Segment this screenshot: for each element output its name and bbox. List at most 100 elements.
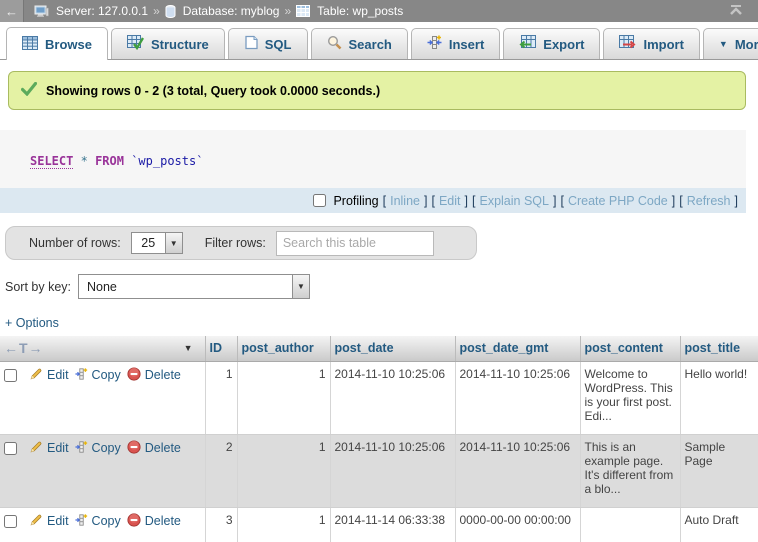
tab-bar: Browse Structure SQL Search Insert Expor…	[0, 22, 758, 60]
row-select-checkbox[interactable]	[4, 515, 17, 528]
sort-by-key-value: None	[79, 275, 292, 298]
copy-row-link[interactable]: Copy	[75, 367, 121, 384]
copy-row-link[interactable]: Copy	[75, 440, 121, 457]
sql-actions-bar: Profiling [ Inline ] [ Edit ] [ Explain …	[0, 188, 746, 213]
delete-icon	[127, 513, 141, 530]
delete-row-link[interactable]: Delete	[127, 367, 181, 384]
column-header-post-author[interactable]: post_author	[237, 336, 330, 361]
table-row: Edit Copy Delete 1 1 2014-11-10 10:25:06…	[0, 361, 758, 434]
row-navigation-icon[interactable]: ←T→	[4, 340, 44, 356]
breadcrumb-table-link[interactable]: Table: wp_posts	[317, 4, 403, 18]
sql-table-identifier: `wp_posts`	[131, 154, 203, 168]
cell-post-title: Hello world!	[680, 361, 758, 434]
tab-label: More	[735, 37, 758, 52]
edit-row-link[interactable]: Edit	[29, 367, 69, 384]
refresh-link[interactable]: Refresh	[687, 194, 731, 208]
explain-sql-link[interactable]: Explain SQL	[479, 194, 548, 208]
cell-post-date-gmt: 2014-11-10 10:25:06	[455, 361, 580, 434]
options-toggle-link[interactable]: + Options	[5, 316, 59, 330]
top-navigation-bar: ← Server: 127.0.0.1 » Database: myblog »…	[0, 0, 758, 22]
bracket: ]	[465, 194, 468, 208]
copy-row-link[interactable]: Copy	[75, 513, 121, 530]
tab-export[interactable]: Export	[503, 28, 600, 59]
scroll-to-top-icon[interactable]	[728, 4, 744, 19]
browse-icon	[22, 36, 38, 53]
cell-post-date: 2014-11-10 10:25:06	[330, 361, 455, 434]
success-check-icon	[21, 82, 37, 99]
cell-post-date: 2014-11-10 10:25:06	[330, 434, 455, 507]
cell-post-author: 1	[237, 507, 330, 542]
edit-row-link[interactable]: Edit	[29, 513, 69, 530]
rows-per-page-value: 25	[132, 233, 165, 253]
tab-more[interactable]: ▼ More	[703, 28, 758, 59]
tab-browse[interactable]: Browse	[6, 27, 108, 60]
column-header-post-date[interactable]: post_date	[330, 336, 455, 361]
results-table: ←T→ ▼ ID post_author post_date post_date…	[0, 336, 758, 542]
bracket: [	[431, 194, 434, 208]
cell-id: 2	[205, 434, 237, 507]
breadcrumb-database-link[interactable]: Database: myblog	[183, 4, 280, 18]
bracket: ]	[424, 194, 427, 208]
sql-star: *	[81, 154, 88, 168]
filter-rows-input[interactable]	[276, 231, 434, 256]
sort-by-key-select[interactable]: None ▼	[78, 274, 310, 299]
row-select-checkbox[interactable]	[4, 442, 17, 455]
bracket: ]	[735, 194, 738, 208]
sql-icon	[244, 35, 258, 53]
back-arrow-icon: ←	[5, 4, 18, 19]
server-icon	[34, 5, 49, 18]
tab-insert[interactable]: Insert	[411, 28, 500, 59]
column-header-id[interactable]: ID	[205, 336, 237, 361]
column-header-post-title[interactable]: post_title	[680, 336, 758, 361]
pencil-icon	[29, 440, 43, 457]
cell-post-date: 2014-11-14 06:33:38	[330, 507, 455, 542]
export-icon	[519, 35, 536, 53]
table-icon	[296, 5, 310, 17]
sort-all-caret-icon[interactable]: ▼	[184, 343, 201, 353]
pencil-icon	[29, 367, 43, 384]
back-button[interactable]: ←	[0, 0, 24, 22]
tab-label: Export	[543, 37, 584, 52]
create-php-code-link[interactable]: Create PHP Code	[568, 194, 668, 208]
sort-by-key-row: Sort by key: None ▼	[5, 274, 758, 299]
profiling-checkbox[interactable]	[313, 194, 326, 207]
pencil-icon	[29, 513, 43, 530]
cell-post-date-gmt: 2014-11-10 10:25:06	[455, 434, 580, 507]
delete-row-link[interactable]: Delete	[127, 440, 181, 457]
column-header-post-date-gmt[interactable]: post_date_gmt	[455, 336, 580, 361]
header-actions-cell: ←T→ ▼	[0, 336, 205, 361]
inline-link[interactable]: Inline	[390, 194, 420, 208]
rows-per-page-select[interactable]: 25 ▼	[131, 232, 183, 254]
breadcrumb-server-link[interactable]: Server: 127.0.0.1	[56, 4, 148, 18]
row-select-checkbox[interactable]	[4, 369, 17, 382]
delete-row-link[interactable]: Delete	[127, 513, 181, 530]
chevron-down-icon: ▼	[292, 275, 309, 298]
tab-label: Structure	[151, 37, 209, 52]
cell-post-author: 1	[237, 361, 330, 434]
breadcrumb-separator: »	[153, 4, 160, 18]
delete-icon	[127, 440, 141, 457]
bracket: ]	[553, 194, 556, 208]
cell-post-content: Welcome to WordPress. This is your first…	[580, 361, 680, 434]
success-message: Showing rows 0 - 2 (3 total, Query took …	[8, 71, 746, 110]
search-icon	[327, 35, 342, 53]
cell-id: 3	[205, 507, 237, 542]
tab-label: Insert	[449, 37, 484, 52]
cell-post-title: Sample Page	[680, 434, 758, 507]
tab-import[interactable]: Import	[603, 28, 699, 59]
insert-icon	[427, 35, 442, 53]
column-header-post-content[interactable]: post_content	[580, 336, 680, 361]
table-row: Edit Copy Delete 2 1 2014-11-10 10:25:06…	[0, 434, 758, 507]
filter-rows-label: Filter rows:	[205, 236, 266, 250]
tab-sql[interactable]: SQL	[228, 28, 308, 59]
tab-structure[interactable]: Structure	[111, 28, 225, 59]
breadcrumb-separator: »	[284, 4, 291, 18]
rows-per-page-label: Number of rows:	[29, 236, 121, 250]
bracket: [	[560, 194, 563, 208]
table-header-row: ←T→ ▼ ID post_author post_date post_date…	[0, 336, 758, 361]
tab-search[interactable]: Search	[311, 28, 408, 59]
table-row: Edit Copy Delete 3 1 2014-11-14 06:33:38…	[0, 507, 758, 542]
edit-row-link[interactable]: Edit	[29, 440, 69, 457]
edit-query-link[interactable]: Edit	[439, 194, 461, 208]
bracket: [	[383, 194, 386, 208]
